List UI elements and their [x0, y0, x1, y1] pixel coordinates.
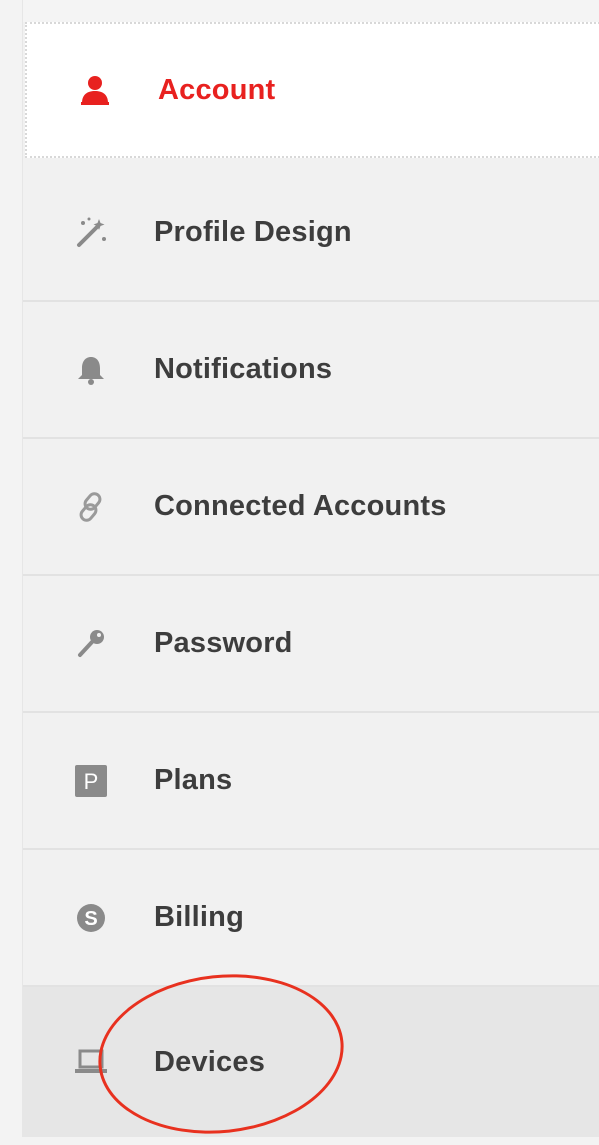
bell-icon: [71, 350, 111, 390]
link-icon: [71, 487, 111, 527]
sidebar-item-profile-design[interactable]: Profile Design: [23, 165, 599, 302]
sidebar-item-connected-accounts[interactable]: Connected Accounts: [23, 439, 599, 576]
sidebar-top-strip: [23, 0, 599, 22]
svg-text:S: S: [84, 908, 97, 930]
billing-icon: S: [71, 898, 111, 938]
sidebar-item-label: Devices: [154, 1045, 266, 1078]
sidebar-item-label: Connected Accounts: [154, 490, 447, 522]
sidebar-item-billing[interactable]: S Billing: [23, 850, 599, 987]
plans-icon: P: [71, 761, 111, 801]
settings-sidebar: Account Profile Design Notifications Con…: [22, 0, 599, 1137]
sidebar-item-password[interactable]: Password: [23, 576, 599, 713]
laptop-icon: [71, 1042, 111, 1082]
key-icon: [71, 624, 111, 664]
sidebar-item-label: Notifications: [154, 353, 333, 385]
sidebar-item-label: Billing: [154, 901, 245, 933]
magic-wand-icon: [71, 213, 111, 253]
sidebar-item-label: Account: [158, 73, 276, 106]
sidebar-item-notifications[interactable]: Notifications: [23, 302, 599, 439]
user-icon: [75, 70, 115, 110]
svg-text:P: P: [84, 769, 99, 794]
sidebar-item-plans[interactable]: P Plans: [23, 713, 599, 850]
sidebar-item-devices[interactable]: Devices: [23, 987, 599, 1137]
sidebar-item-label: Plans: [154, 764, 233, 796]
sidebar-item-label: Password: [154, 627, 293, 659]
sidebar-item-label: Profile Design: [154, 216, 352, 248]
sidebar-item-account[interactable]: Account: [25, 22, 599, 158]
